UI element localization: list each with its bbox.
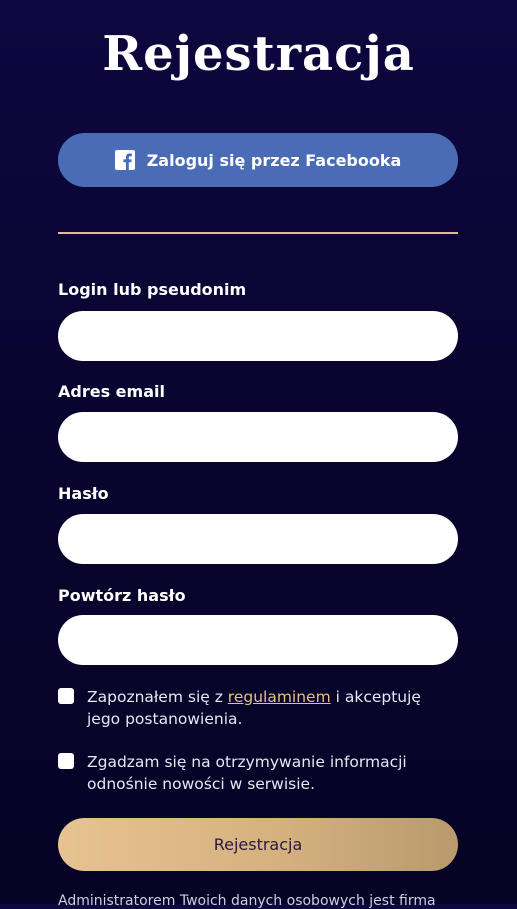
register-button[interactable]: Rejestracja — [58, 818, 458, 871]
repeat-password-label: Powtórz hasło — [58, 586, 186, 605]
password-label: Hasło — [58, 484, 109, 503]
page-title: Rejestracja — [102, 26, 415, 82]
register-button-label: Rejestracja — [213, 835, 303, 854]
newsletter-consent-row: Zgadzam się na otrzymywanie informacji o… — [58, 751, 458, 795]
terms-prefix: Zapoznałem się z — [87, 688, 228, 706]
terms-checkbox[interactable] — [58, 688, 74, 704]
facebook-login-label: Zaloguj się przez Facebooka — [146, 150, 402, 170]
privacy-note: Administratorem Twoich danych osobowych … — [58, 893, 436, 909]
email-input[interactable] — [58, 412, 458, 462]
facebook-icon — [114, 150, 135, 170]
login-label: Login lub pseudonim — [58, 280, 247, 299]
password-input[interactable] — [58, 514, 458, 564]
terms-consent-row: Zapoznałem się z regulaminem i akceptuję… — [58, 686, 458, 730]
login-input[interactable] — [58, 311, 458, 361]
newsletter-consent-text: Zgadzam się na otrzymywanie informacji o… — [87, 753, 407, 793]
terms-consent-text: Zapoznałem się z regulaminem i akceptuję… — [87, 686, 458, 730]
facebook-login-button[interactable]: Zaloguj się przez Facebooka — [58, 133, 458, 187]
terms-link[interactable]: regulaminem — [228, 688, 331, 706]
email-label: Adres email — [58, 382, 165, 401]
repeat-password-input[interactable] — [58, 615, 458, 665]
section-divider — [58, 232, 458, 234]
newsletter-checkbox[interactable] — [58, 753, 74, 769]
